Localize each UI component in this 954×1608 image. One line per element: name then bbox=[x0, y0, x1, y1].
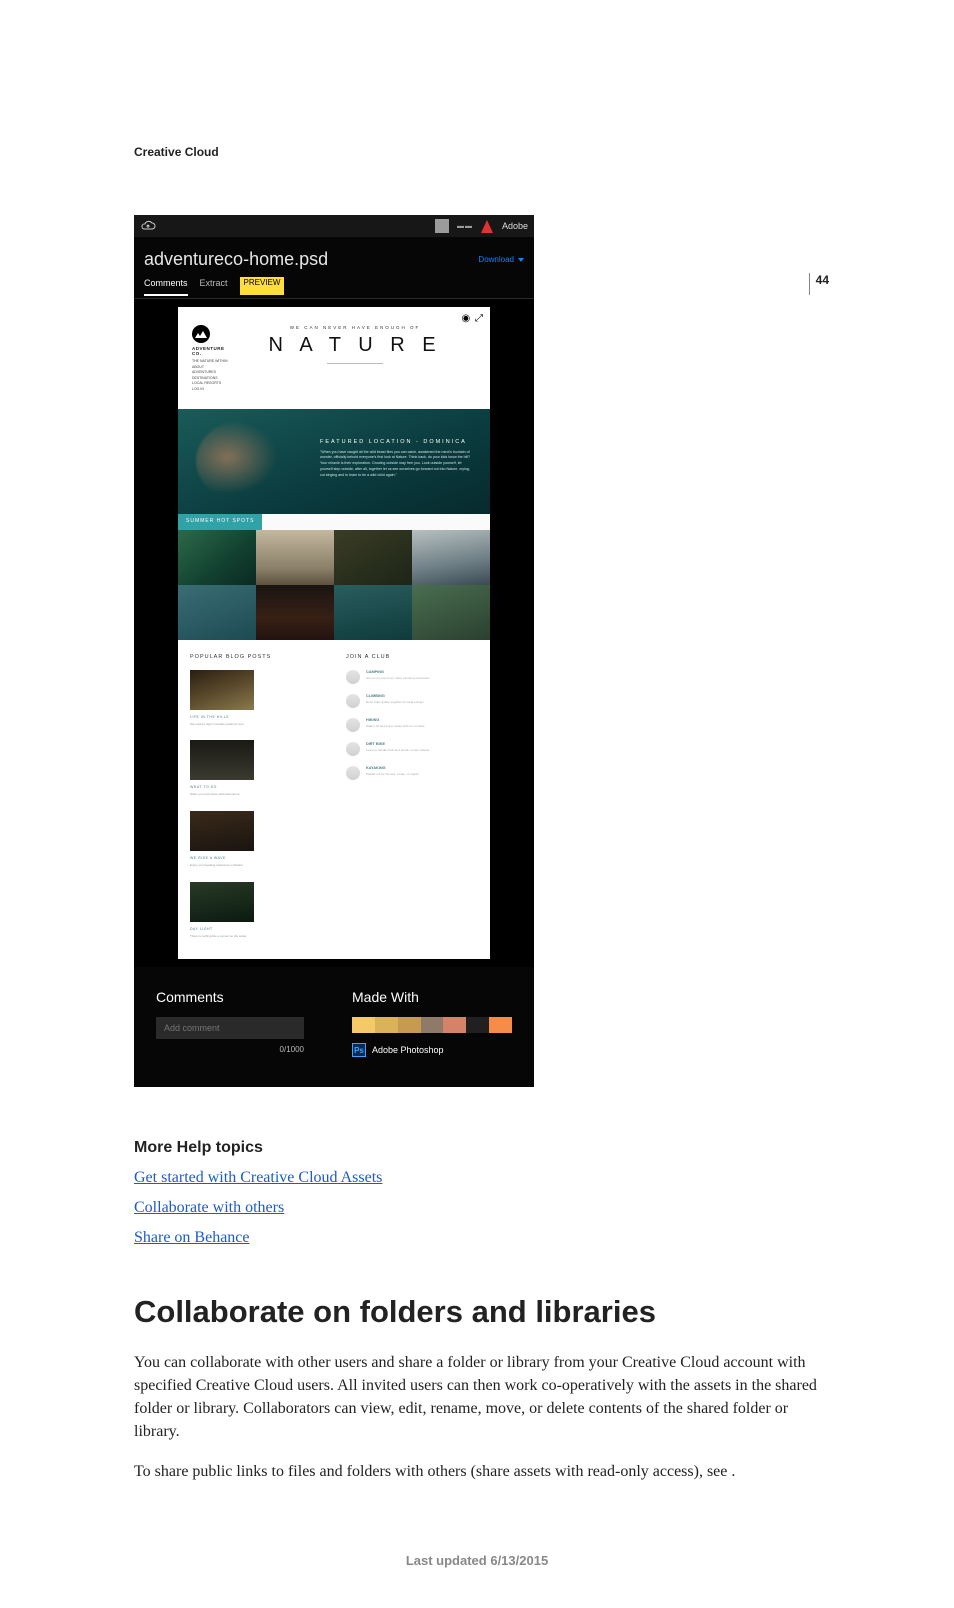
page-number: 44 bbox=[809, 273, 829, 295]
blog-image bbox=[190, 740, 254, 780]
club-title: DIRT BIKE bbox=[366, 742, 430, 746]
color-palette bbox=[352, 1017, 512, 1033]
blog-post: WE RIDE A WAVE Enjoy our kayaking advent… bbox=[190, 811, 254, 868]
club-icon bbox=[346, 742, 360, 756]
behance-word: ▬▬ bbox=[457, 223, 473, 230]
swatch bbox=[443, 1017, 466, 1033]
blog-desc: Enjoy our kayaking adventure in Alaska. bbox=[190, 863, 254, 868]
blog-image bbox=[190, 811, 254, 851]
club-icon bbox=[346, 670, 360, 684]
blog-desc: There is nothing like a sunset on the wa… bbox=[190, 934, 254, 939]
body-paragraph: To share public links to files and folde… bbox=[134, 1460, 820, 1483]
club-item: CAMPING Join us on one of our many campin… bbox=[346, 670, 478, 684]
headline: N A T U R E bbox=[234, 334, 476, 357]
tab-preview[interactable]: PREVIEW bbox=[240, 277, 285, 295]
hero-body: "When you have caught all the wild beast… bbox=[320, 450, 470, 479]
blog-desc: When you encounter wild adventures. bbox=[190, 792, 254, 797]
join-heading: JOIN A CLUB bbox=[346, 654, 478, 660]
club-title: KAYAKING bbox=[366, 766, 419, 770]
blog-title: LIFE IN THE HILLS bbox=[190, 715, 254, 719]
file-name: adventureco-home.psd bbox=[144, 249, 328, 270]
comment-counter: 0/1000 bbox=[156, 1045, 304, 1054]
blog-title: DAY LIGHT bbox=[190, 927, 254, 931]
madewith-heading: Made With bbox=[352, 989, 512, 1005]
nav-item: LOG IN bbox=[192, 387, 234, 393]
tagline: WE CAN NEVER HAVE ENOUGH OF bbox=[234, 325, 476, 330]
gallery-image bbox=[256, 585, 334, 640]
link-share-behance[interactable]: Share on Behance bbox=[134, 1229, 820, 1247]
brand-name: ADVENTURE CO. bbox=[192, 347, 234, 356]
swatch bbox=[489, 1017, 512, 1033]
viewer-tools[interactable]: ◉ ⤢ bbox=[461, 313, 484, 324]
body-paragraph: You can collaborate with other users and… bbox=[134, 1351, 820, 1444]
blog-image bbox=[190, 882, 254, 922]
club-desc: Walk it off and enjoy nature with us on … bbox=[366, 724, 425, 728]
blog-post: DAY LIGHT There is nothing like a sunset… bbox=[190, 882, 254, 939]
gallery-image bbox=[178, 530, 256, 585]
tabs: Comments Extract PREVIEW bbox=[134, 278, 534, 299]
club-desc: Paddle out for the sea, a lake, or rapid… bbox=[366, 772, 419, 776]
club-icon bbox=[346, 718, 360, 732]
headline-rule bbox=[327, 363, 383, 364]
club-title: HIKING bbox=[366, 718, 425, 722]
tab-extract[interactable]: Extract bbox=[200, 278, 228, 296]
swatch bbox=[398, 1017, 421, 1033]
club-item: CLIMBING Rock clubs gather together for l… bbox=[346, 694, 478, 708]
club-item: HIKING Walk it off and enjoy nature with … bbox=[346, 718, 478, 732]
photoshop-label: Adobe Photoshop bbox=[372, 1045, 444, 1055]
club-title: CLIMBING bbox=[366, 694, 425, 698]
last-updated: Last updated 6/13/2015 bbox=[134, 1553, 820, 1608]
download-link[interactable]: Download bbox=[478, 255, 524, 264]
gallery-image bbox=[412, 585, 490, 640]
comments-heading: Comments bbox=[156, 989, 304, 1005]
blog-title: WHAT TO DO bbox=[190, 785, 254, 789]
blog-image bbox=[190, 670, 254, 710]
club-desc: Rock clubs gather together for local out… bbox=[366, 700, 425, 704]
titlebar: ▬▬ Adobe bbox=[134, 215, 534, 237]
gallery-tab: SUMMER HOT SPOTS bbox=[178, 514, 262, 530]
gallery-image bbox=[256, 530, 334, 585]
blog-post: WHAT TO DO When you encounter wild adven… bbox=[190, 740, 254, 797]
club-desc: Join us on one of our many camping excur… bbox=[366, 676, 430, 680]
more-help-heading: More Help topics bbox=[134, 1139, 820, 1157]
club-icon bbox=[346, 694, 360, 708]
running-header: Creative Cloud bbox=[134, 145, 820, 159]
section-heading: Collaborate on folders and libraries bbox=[134, 1295, 820, 1329]
nav-items: THE NATURE WITHIN ABOUT ADVENTURES DESTI… bbox=[192, 359, 234, 393]
cloud-icon bbox=[140, 220, 156, 232]
blog-desc: We explore high mountain peaks by foot. bbox=[190, 722, 254, 727]
psd-preview: ◉ ⤢ ADVENTURE CO. THE NATURE WITHIN ABOU… bbox=[178, 307, 490, 959]
swatch bbox=[421, 1017, 444, 1033]
add-comment-input[interactable] bbox=[156, 1017, 304, 1039]
adobe-label: Adobe bbox=[502, 221, 528, 231]
adobe-logo-icon bbox=[481, 220, 494, 233]
tab-comments[interactable]: Comments bbox=[144, 278, 188, 296]
swatch bbox=[466, 1017, 489, 1033]
photoshop-icon: Ps bbox=[352, 1043, 366, 1057]
club-desc: Learn to handle trails and terrain on tw… bbox=[366, 748, 430, 752]
blog-title: WE RIDE A WAVE bbox=[190, 856, 254, 860]
swatch bbox=[375, 1017, 398, 1033]
swatch bbox=[352, 1017, 375, 1033]
behance-icon bbox=[435, 219, 449, 233]
screenshot-container: ▬▬ Adobe adventureco-home.psd Download C… bbox=[134, 215, 534, 1087]
brand-badge-icon bbox=[192, 325, 210, 343]
hero-kicker: FEATURED LOCATION - DOMINICA bbox=[320, 439, 470, 445]
gallery-image bbox=[334, 530, 412, 585]
page-number-block: 44 bbox=[809, 273, 829, 295]
gallery-image bbox=[334, 585, 412, 640]
blog-post: LIFE IN THE HILLS We explore high mounta… bbox=[190, 670, 254, 727]
club-item: KAYAKING Paddle out for the sea, a lake, … bbox=[346, 766, 478, 780]
popular-heading: POPULAR BLOG POSTS bbox=[190, 654, 322, 660]
link-collaborate[interactable]: Collaborate with others bbox=[134, 1199, 820, 1217]
club-icon bbox=[346, 766, 360, 780]
link-get-started[interactable]: Get started with Creative Cloud Assets bbox=[134, 1169, 820, 1187]
hero-image: FEATURED LOCATION - DOMINICA "When you h… bbox=[178, 409, 490, 514]
gallery bbox=[178, 530, 490, 640]
gallery-image bbox=[178, 585, 256, 640]
club-item: DIRT BIKE Learn to handle trails and terr… bbox=[346, 742, 478, 756]
club-title: CAMPING bbox=[366, 670, 430, 674]
gallery-image bbox=[412, 530, 490, 585]
